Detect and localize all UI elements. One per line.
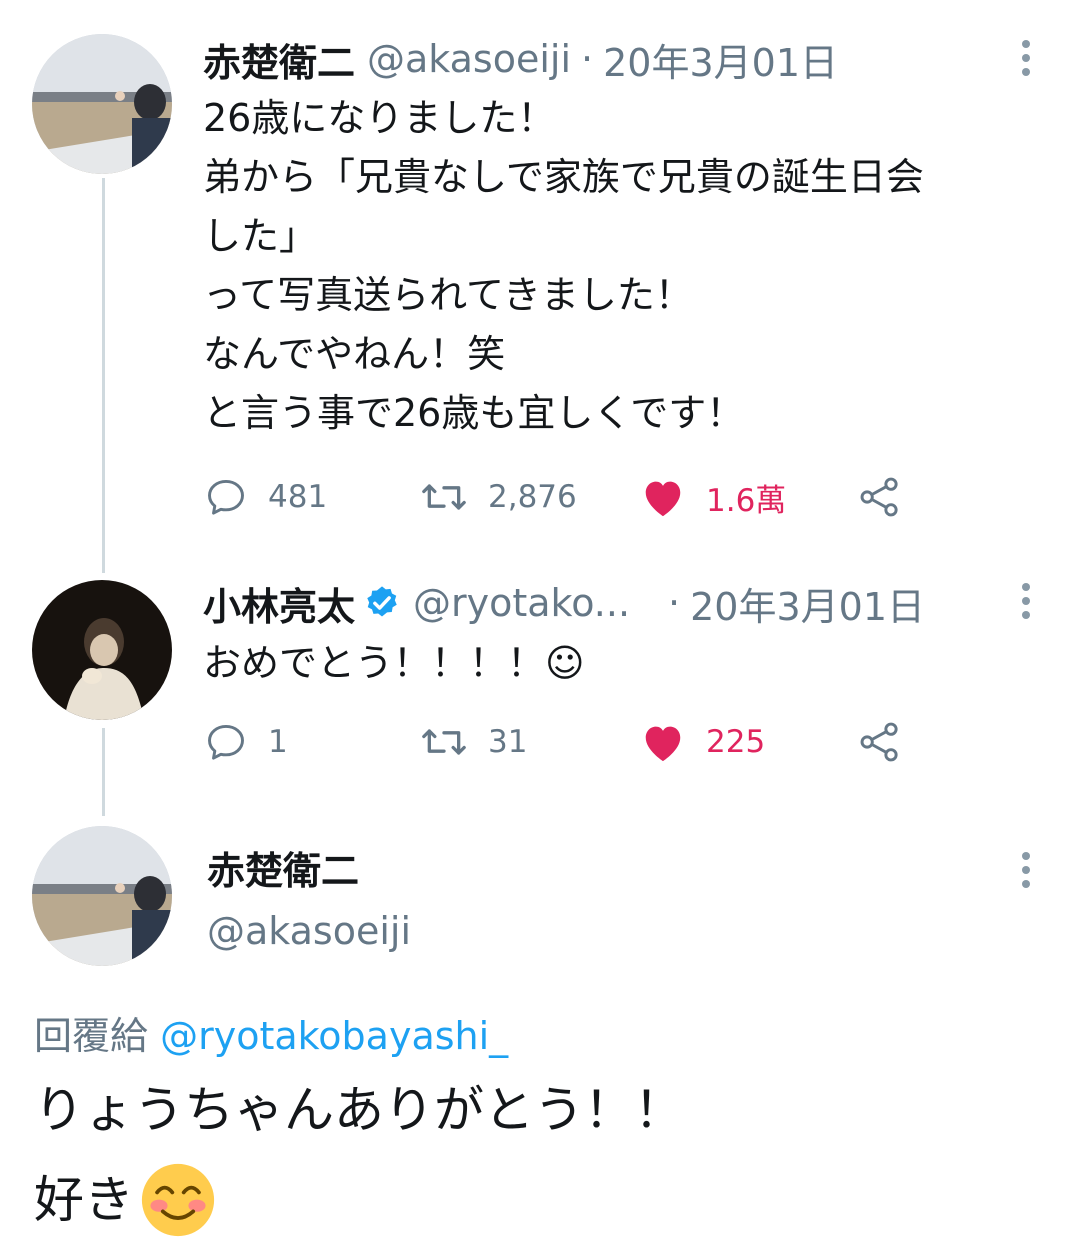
text-line: って写真送られてきました！ [203,273,693,317]
tweet1-text: 26歳になりました！ 弟から「兄貴なしで家族で兄貴の誕生日会 した」 って写真送… [203,89,1063,443]
tweet2-header: 小林亮太 @ryotako... · 20年3月01日 [203,576,925,631]
more-options-icon[interactable] [1021,40,1031,82]
text-line: なんでやねん！笑 [203,332,506,376]
profile-photo [32,34,172,174]
reply-icon [208,479,244,515]
text-line: した」 [203,214,318,258]
profile-photo [32,826,172,966]
display-name[interactable]: 赤楚衛二 [207,840,359,895]
avatar-akasoeiji[interactable] [32,826,172,966]
reply-mention-link[interactable]: @ryotakobayashi_ [160,1014,508,1058]
like-count: 1.6萬 [706,482,787,519]
tweet-date[interactable]: 20年3月01日 [690,576,925,631]
display-name[interactable]: 赤楚衛二 [203,32,355,87]
share-button[interactable] [858,717,922,767]
retweet-icon [422,484,466,510]
text-line: 弟から「兄貴なしで家族で兄貴の誕生日会 [203,155,924,199]
handle[interactable]: @akasoeiji [367,37,571,81]
tweet2-actions: 1 31 225 [0,717,1080,767]
reply-button[interactable]: 1 [204,717,288,767]
smiling-face-with-blush-icon [141,1163,215,1237]
retweet-button[interactable]: 31 [420,717,527,767]
like-button[interactable]: 225 [640,717,765,767]
share-button[interactable] [858,472,922,522]
text-line-with-emoji: 好き [34,1155,1054,1245]
handle[interactable]: @ryotako... [413,581,630,625]
more-options-icon[interactable] [1021,583,1031,625]
retweet-icon [422,729,466,755]
tweet2-text: おめでとう！！！！☺ [203,641,585,685]
text-line: 好き [34,1171,134,1229]
display-name[interactable]: 小林亮太 [203,576,355,631]
separator: · [668,581,681,625]
text-line: と言う事で26歳も宜しくです！ [203,391,745,435]
reply-button[interactable]: 481 [204,472,327,522]
tweet-date[interactable]: 20年3月01日 [603,32,838,87]
retweet-button[interactable]: 2,876 [420,472,577,522]
handle[interactable]: @akasoeiji [207,909,411,953]
reply-icon [208,724,244,760]
profile-photo [32,580,172,720]
reply-label: 回覆給 [34,1014,149,1058]
text-line: 26歳になりました！ [203,96,556,140]
retweet-count: 31 [488,724,528,760]
reply-count: 481 [268,479,328,515]
tweet1-header: 赤楚衛二 @akasoeiji · 20年3月01日 [203,32,838,87]
like-count: 225 [706,724,766,760]
avatar-ryotakobayashi[interactable] [32,580,172,720]
retweet-count: 2,876 [488,479,577,515]
heart-filled-icon [645,726,681,762]
tweet1-actions: 481 2,876 1.6萬 [0,472,1080,522]
reply-count: 1 [268,724,288,760]
like-button[interactable]: 1.6萬 [640,472,786,522]
share-icon [860,722,898,762]
verified-badge-icon [367,586,397,617]
reply-context: 回覆給 @ryotakobayashi_ [34,1005,508,1060]
share-icon [860,477,898,517]
more-options-icon[interactable] [1021,852,1031,894]
text-line: りょうちゃんありがとう！！ [34,1081,684,1139]
heart-filled-icon [645,481,681,517]
avatar-akasoeiji[interactable] [32,34,172,174]
main-tweet-text: りょうちゃんありがとう！！ 好き [34,1065,1054,1245]
separator: · [581,37,594,81]
